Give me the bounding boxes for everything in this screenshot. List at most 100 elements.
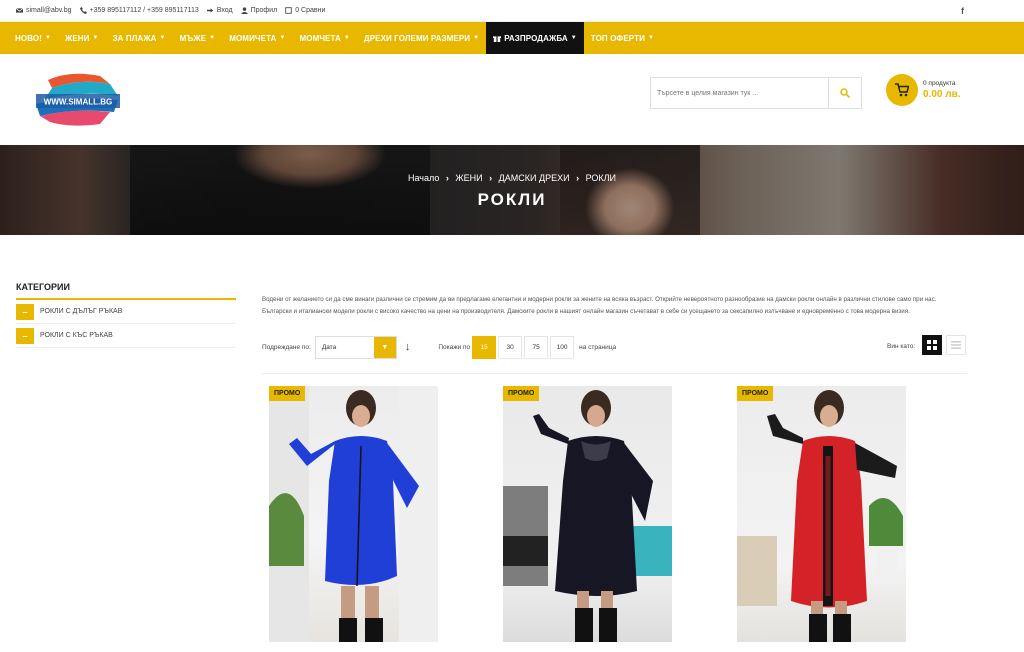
site-logo[interactable]: WWW.SIMALL.BG: [30, 70, 125, 128]
category-banner: Начало › ЖЕНИ › ДАМСКИ ДРЕХИ › РОКЛИ РОК…: [0, 145, 1024, 235]
promo-badge: ПРОМО: [269, 386, 306, 401]
cart-total: 0.00 лв.: [923, 89, 961, 100]
phone-text: +359 895117112 / +359 895117113: [89, 7, 199, 14]
view-label: Вин като:: [887, 343, 916, 350]
chevron-down-icon: ▼: [373, 336, 396, 358]
nav-label: ДРЕХИ ГОЛЕМИ РАЗМЕРИ: [363, 33, 471, 43]
product-listing: Водени от желанието си да сме винаги раз…: [262, 294, 967, 374]
caret-down-icon: ▼: [647, 35, 654, 41]
sort-select[interactable]: Дата ▼: [314, 335, 397, 359]
mini-cart[interactable]: 0 продукта 0.00 лв.: [886, 74, 961, 106]
per-page-75[interactable]: 75: [524, 335, 549, 359]
nav-label: ЖЕНИ: [65, 33, 90, 43]
nav-item-new[interactable]: НОВО! ▼: [8, 22, 58, 54]
sort-label: Подреждане по:: [262, 343, 311, 351]
user-icon: [240, 7, 248, 14]
search-icon: [840, 88, 850, 98]
caret-down-icon: ▼: [473, 35, 480, 41]
nav-item-men[interactable]: МЪЖЕ ▼: [173, 22, 223, 54]
promo-badge: ПРОМО: [503, 386, 540, 401]
email-link[interactable]: simall@abv.bg: [16, 7, 72, 14]
profile-text: Профил: [250, 7, 278, 14]
search-button[interactable]: [829, 78, 861, 108]
nav-label: МОМЧЕТА: [299, 33, 341, 43]
phone-icon: [79, 7, 87, 14]
show-label: Покажи по: [438, 343, 471, 351]
product-card[interactable]: ПРОМО: [269, 386, 438, 642]
divider: [262, 373, 967, 374]
cart-summary: 0 продукта 0.00 лв.: [923, 80, 961, 100]
chevron-right-icon: ›: [576, 173, 580, 183]
per-page-suffix: на страница: [579, 343, 617, 351]
login-text: Вход: [216, 7, 233, 14]
compare-text: 0 Сравни: [295, 7, 326, 14]
sidebar-heading: КАТЕГОРИИ: [16, 282, 236, 300]
sidebar-item-long-sleeve[interactable]: – РОКЛИ С ДЪЛЪГ РЪКАВ: [16, 300, 236, 324]
breadcrumb-home[interactable]: Начало: [408, 173, 439, 183]
nav-item-beach[interactable]: ЗА ПЛАЖА ▼: [106, 22, 173, 54]
login-icon: [206, 8, 214, 13]
sidebar-item-label: РОКЛИ С ДЪЛЪГ РЪКАВ: [40, 308, 123, 315]
caret-down-icon: ▼: [92, 35, 99, 41]
chevron-right-icon: ›: [445, 173, 449, 183]
breadcrumb-women[interactable]: ЖЕНИ: [455, 173, 482, 183]
nav-item-boys[interactable]: МОМЧЕТА ▼: [292, 22, 356, 54]
caret-down-icon: ▼: [343, 35, 350, 41]
product-image[interactable]: [269, 386, 438, 642]
list-view-button[interactable]: [946, 335, 966, 355]
nav-label: ЗА ПЛАЖА: [112, 33, 157, 43]
profile-link[interactable]: Профил: [240, 7, 278, 14]
per-page-30[interactable]: 30: [498, 335, 523, 359]
promo-badge: ПРОМО: [737, 386, 774, 401]
envelope-icon: [16, 8, 23, 13]
facebook-icon[interactable]: f: [961, 6, 964, 16]
caret-down-icon: ▼: [570, 35, 577, 41]
caret-down-icon: ▼: [44, 35, 52, 41]
grid-view-button[interactable]: [922, 335, 942, 355]
product-card[interactable]: ПРОМО: [503, 386, 672, 642]
product-card[interactable]: ПРОМО: [737, 386, 906, 642]
email-text: simall@abv.bg: [26, 7, 72, 14]
login-link[interactable]: Вход: [206, 7, 233, 14]
nav-label: РАЗПРОДАЖБА: [504, 33, 568, 43]
sidebar-item-label: РОКЛИ С КЪС РЪКАВ: [40, 332, 113, 339]
cart-circle: [886, 74, 918, 106]
search-input[interactable]: [651, 78, 829, 108]
nav-label: МЪЖЕ: [179, 33, 207, 43]
nav-item-top-offers[interactable]: ТОП ОФЕРТИ ▼: [584, 22, 661, 54]
categories-sidebar: КАТЕГОРИИ – РОКЛИ С ДЪЛЪГ РЪКАВ – РОКЛИ …: [16, 282, 236, 348]
sort-value: Дата: [321, 343, 337, 351]
compare-link[interactable]: 0 Сравни: [285, 7, 325, 14]
sidebar-item-short-sleeve[interactable]: – РОКЛИ С КЪС РЪКАВ: [16, 324, 236, 348]
category-description: Водени от желанието си да сме винаги раз…: [262, 296, 937, 315]
nav-item-girls[interactable]: МОМИЧЕТА ▼: [222, 22, 292, 54]
breadcrumb-women-clothes[interactable]: ДАМСКИ ДРЕХИ: [499, 173, 570, 183]
logo-text: WWW.SIMALL.BG: [44, 98, 112, 107]
nav-item-plus-size[interactable]: ДРЕХИ ГОЛЕМИ РАЗМЕРИ ▼: [357, 22, 486, 54]
page-title: РОКЛИ: [477, 190, 547, 209]
nav-item-sale[interactable]: РАЗПРОДАЖБА ▼: [486, 22, 584, 54]
phone-link[interactable]: +359 895117112 / +359 895117113: [79, 7, 199, 14]
sort-direction-arrow-icon[interactable]: ↓: [405, 341, 411, 353]
chevron-right-icon: ›: [489, 173, 493, 183]
per-page-15[interactable]: 15: [472, 335, 497, 359]
top-bar: simall@abv.bg +359 895117112 / +359 8951…: [0, 0, 1024, 22]
breadcrumb-dresses: РОКЛИ: [585, 173, 617, 183]
shopping-cart-icon: [895, 83, 909, 97]
per-page-100[interactable]: 100: [550, 335, 575, 359]
caret-down-icon: ▼: [159, 35, 166, 41]
caret-down-icon: ▼: [279, 35, 286, 41]
site-header: WWW.SIMALL.BG 0 продукта 0.00 лв.: [0, 54, 1024, 145]
caret-down-icon: ▼: [209, 35, 216, 41]
gift-icon: [493, 36, 502, 42]
minus-icon[interactable]: –: [16, 303, 34, 320]
nav-label: ТОП ОФЕРТИ: [590, 33, 645, 43]
nav-item-women[interactable]: ЖЕНИ ▼: [58, 22, 106, 54]
nav-label: НОВО!: [15, 33, 42, 43]
product-image[interactable]: [737, 386, 906, 642]
minus-icon[interactable]: –: [16, 327, 34, 344]
main-navigation: НОВО! ▼ ЖЕНИ ▼ ЗА ПЛАЖА ▼ МЪЖЕ ▼ МОМИЧЕТА ▼ М…: [0, 22, 1024, 54]
cart-count: 0 продукта: [923, 80, 956, 87]
product-image[interactable]: [503, 386, 672, 642]
nav-label: МОМИЧЕТА: [229, 33, 277, 43]
